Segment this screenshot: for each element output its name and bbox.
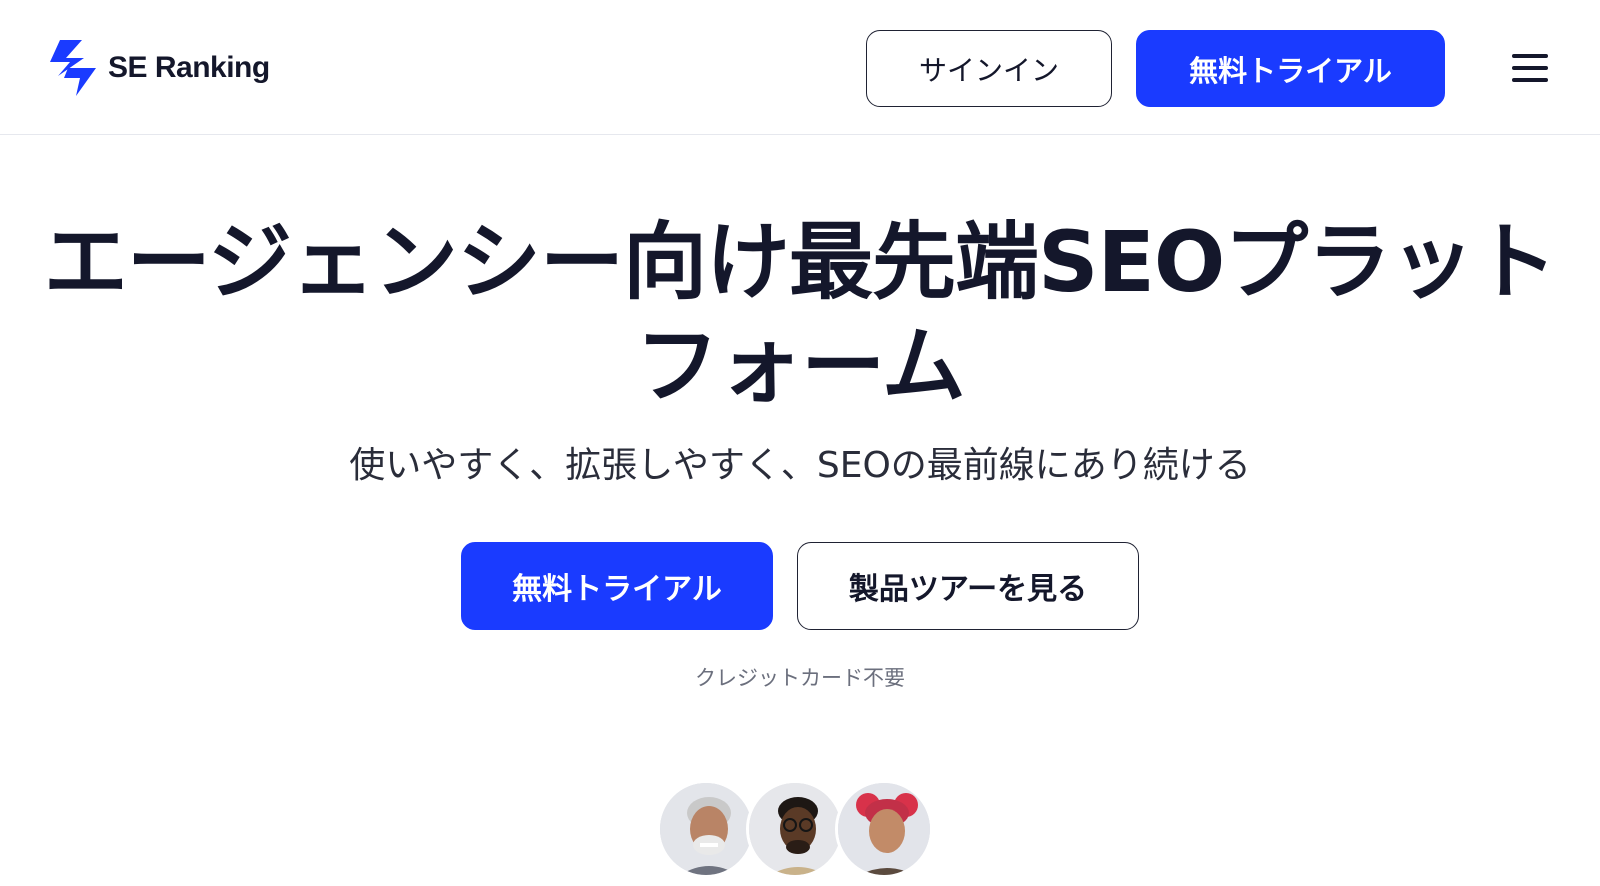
logo-text: SE Ranking bbox=[108, 51, 270, 84]
avatar bbox=[657, 780, 755, 878]
avatar-older-man-icon bbox=[660, 783, 752, 875]
site-header: SE Ranking サインイン 無料トライアル bbox=[0, 0, 1600, 135]
hero-free-trial-button[interactable]: 無料トライアル bbox=[461, 542, 773, 630]
product-tour-button[interactable]: 製品ツアーを見る bbox=[797, 542, 1139, 630]
hero-title-line1: エージェンシー向け最先端SEOプラット bbox=[43, 213, 1558, 311]
se-ranking-logo-icon bbox=[50, 40, 96, 96]
no-credit-card-note: クレジットカード不要 bbox=[695, 666, 905, 690]
avatar-man-glasses-icon bbox=[749, 783, 841, 875]
hero-title-line2: フォーム bbox=[635, 317, 965, 415]
hamburger-menu-icon[interactable] bbox=[1512, 54, 1548, 82]
signin-button[interactable]: サインイン bbox=[866, 30, 1112, 107]
hero-subtitle: 使いやすく、拡張しやすく、SEOの最前線にあり続ける bbox=[349, 445, 1251, 486]
hero-title: エージェンシー向け最先端SEOプラット フォーム bbox=[20, 210, 1580, 418]
avatar bbox=[835, 780, 933, 878]
avatar-group bbox=[657, 780, 957, 880]
avatar-woman-red-hair-icon bbox=[838, 783, 930, 875]
header-free-trial-button[interactable]: 無料トライアル bbox=[1136, 30, 1445, 107]
logo[interactable]: SE Ranking bbox=[46, 40, 270, 96]
avatar bbox=[746, 780, 844, 878]
